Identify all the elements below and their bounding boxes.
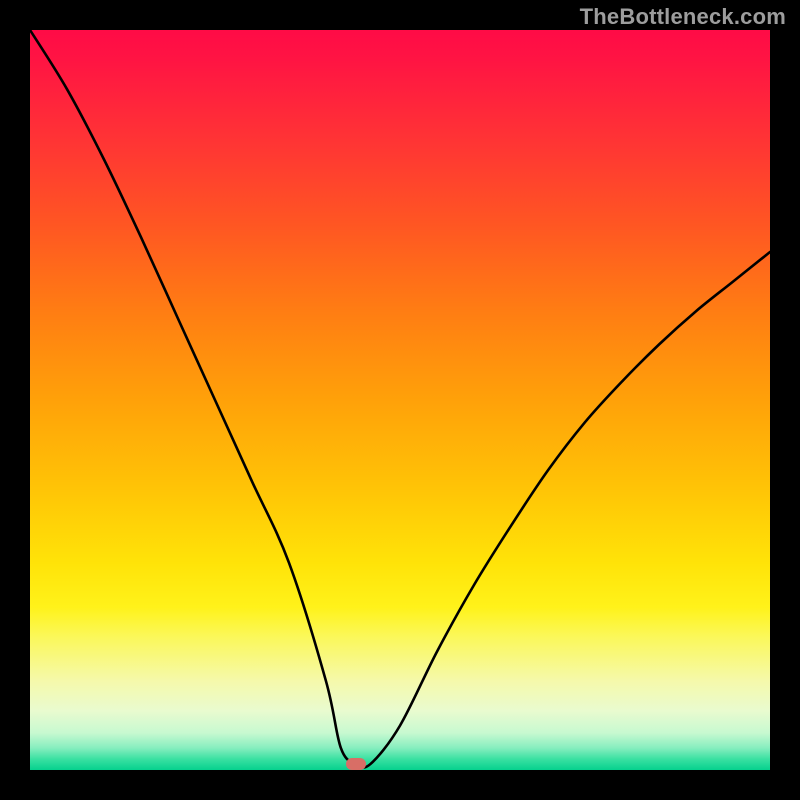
plot-area — [30, 30, 770, 770]
optimum-marker — [346, 758, 366, 770]
chart-frame: TheBottleneck.com — [0, 0, 800, 800]
bottleneck-curve — [30, 30, 770, 770]
watermark-text: TheBottleneck.com — [580, 4, 786, 30]
